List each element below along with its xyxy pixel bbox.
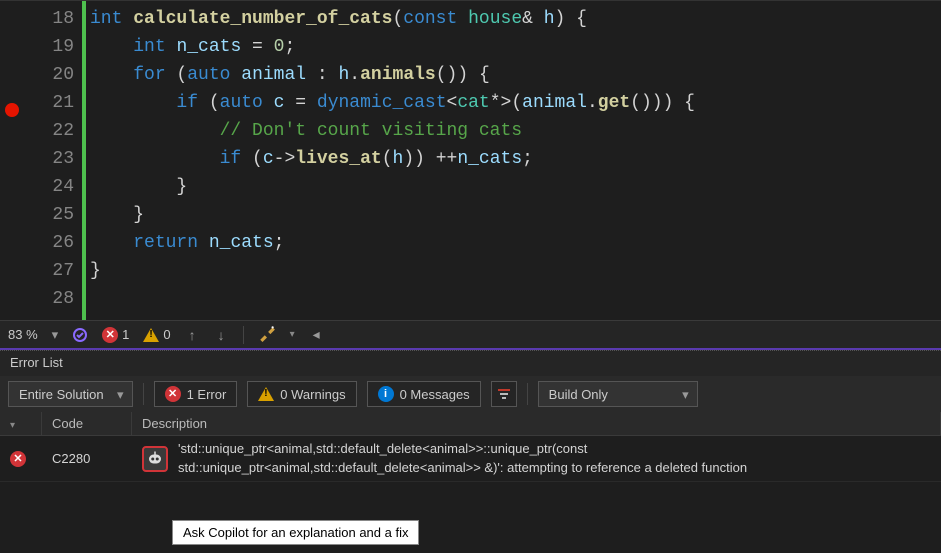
error-icon: ✕: [102, 327, 118, 343]
separator: [527, 383, 528, 405]
error-list-toolbar: Entire Solution ✕ 1 Error 0 Warnings i 0…: [0, 376, 941, 412]
line-number-gutter: 1819202122232425262728: [24, 1, 86, 320]
separator: [243, 326, 244, 344]
breakpoint-icon[interactable]: [5, 103, 19, 117]
row-code-cell: C2280: [42, 447, 132, 470]
collapse-left-icon[interactable]: ◂: [309, 326, 324, 343]
copilot-icon[interactable]: [142, 446, 168, 472]
zoom-level[interactable]: 83 %: [8, 327, 38, 342]
error-list-panel-title: Error List: [0, 350, 941, 376]
error-count-value: 1: [122, 327, 129, 342]
code-editor[interactable]: 1819202122232425262728 int calculate_num…: [0, 0, 941, 320]
warnings-filter-label: 0 Warnings: [280, 387, 345, 402]
error-list-table: ▾ Code Description ✕ C2280 'std::unique_…: [0, 412, 941, 482]
messages-filter-label: 0 Messages: [400, 387, 470, 402]
code-line[interactable]: if (auto c = dynamic_cast<cat*>(animal.g…: [90, 89, 941, 117]
nav-up-icon[interactable]: ↑: [185, 327, 200, 343]
info-icon: i: [378, 386, 394, 402]
row-description-cell: 'std::unique_ptr<animal,std::default_del…: [178, 440, 747, 476]
panel-title-text: Error List: [10, 355, 63, 370]
error-icon: ✕: [165, 386, 181, 402]
table-row[interactable]: ✕ C2280 'std::unique_ptr<animal,std::def…: [0, 436, 941, 482]
code-line[interactable]: [90, 285, 941, 313]
header-code-col[interactable]: Code: [42, 412, 132, 435]
code-line[interactable]: return n_cats;: [90, 229, 941, 257]
cleanup-dropdown-icon[interactable]: ▾: [290, 329, 295, 340]
messages-filter-button[interactable]: i 0 Messages: [367, 381, 481, 407]
warnings-filter-button[interactable]: 0 Warnings: [247, 381, 356, 407]
editor-status-bar: 83 % ▾ ✕ 1 0 ↑ ↓ ▾ ◂: [0, 320, 941, 350]
code-line[interactable]: int n_cats = 0;: [90, 33, 941, 61]
code-line[interactable]: // Don't count visiting cats: [90, 117, 941, 145]
code-line[interactable]: }: [90, 257, 941, 285]
errors-filter-button[interactable]: ✕ 1 Error: [154, 381, 238, 407]
zoom-dropdown-icon[interactable]: ▾: [52, 327, 59, 343]
health-indicator-icon[interactable]: [72, 327, 88, 343]
errors-filter-label: 1 Error: [187, 387, 227, 402]
nav-down-icon[interactable]: ↓: [214, 327, 229, 343]
table-header: ▾ Code Description: [0, 412, 941, 436]
error-icon: ✕: [10, 451, 26, 467]
cleanup-icon[interactable]: [258, 324, 276, 345]
warning-icon: [143, 328, 159, 342]
code-line[interactable]: int calculate_number_of_cats(const house…: [90, 5, 941, 33]
description-line2: std::unique_ptr<animal,std::default_dele…: [178, 459, 747, 477]
warning-icon: [258, 387, 274, 401]
code-area[interactable]: int calculate_number_of_cats(const house…: [86, 1, 941, 320]
row-severity-cell: ✕: [0, 446, 42, 471]
copilot-tooltip: Ask Copilot for an explanation and a fix: [172, 520, 419, 545]
description-line1: 'std::unique_ptr<animal,std::default_del…: [178, 440, 747, 458]
breakpoint-margin[interactable]: [0, 1, 24, 320]
header-description-col[interactable]: Description: [132, 412, 941, 435]
warning-count[interactable]: 0: [143, 327, 170, 342]
code-line[interactable]: }: [90, 173, 941, 201]
separator: [143, 383, 144, 405]
warning-count-value: 0: [163, 327, 170, 342]
filter-button[interactable]: [491, 381, 517, 407]
code-line[interactable]: if (c->lives_at(h)) ++n_cats;: [90, 145, 941, 173]
scope-dropdown[interactable]: Entire Solution: [8, 381, 133, 407]
code-line[interactable]: }: [90, 201, 941, 229]
build-filter-dropdown[interactable]: Build Only: [538, 381, 698, 407]
header-icon-col[interactable]: ▾: [0, 412, 42, 435]
error-count[interactable]: ✕ 1: [102, 327, 129, 343]
code-line[interactable]: for (auto animal : h.animals()) {: [90, 61, 941, 89]
